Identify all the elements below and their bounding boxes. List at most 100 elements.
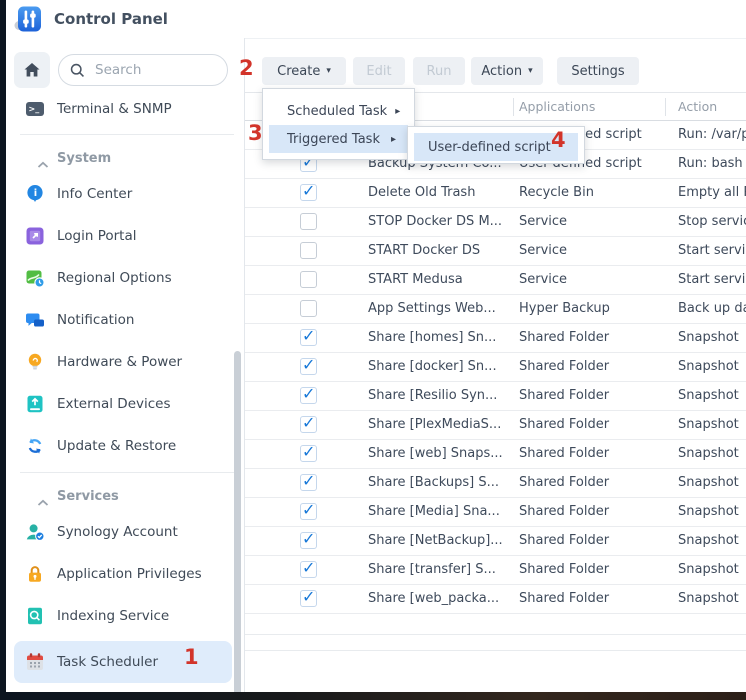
menu-item-triggered-task[interactable]: Triggered Task ▸ xyxy=(269,125,408,153)
svg-text:>_: >_ xyxy=(29,104,40,113)
row-checkbox[interactable] xyxy=(300,561,317,578)
task-scheduler-icon xyxy=(25,652,45,672)
edit-button[interactable]: Edit xyxy=(353,57,405,85)
table-row[interactable]: STOP Docker DS M... Service Stop servic xyxy=(245,208,746,237)
row-checkbox[interactable] xyxy=(300,445,317,462)
table-row[interactable]: Delete Old Trash Recycle Bin Empty all R xyxy=(245,179,746,208)
row-checkbox[interactable] xyxy=(300,242,317,259)
info-center-icon: i xyxy=(25,184,45,204)
table-row[interactable]: Share [Backups] S... Shared Folder Snaps… xyxy=(245,469,746,498)
sidebar-item-synology-account[interactable]: Synology Account xyxy=(6,511,244,553)
search-box[interactable] xyxy=(58,54,228,86)
table-row[interactable]: START Docker DS Service Start servic xyxy=(245,237,746,266)
table-row[interactable]: App Settings Web... Hyper Backup Back up… xyxy=(245,295,746,324)
update-restore-icon xyxy=(25,436,45,456)
action-cell: Snapshot xyxy=(678,440,746,468)
action-cell: Run: /var/p xyxy=(678,121,746,149)
row-checkbox[interactable] xyxy=(300,213,317,230)
titlebar: Control Panel xyxy=(6,0,746,38)
chevron-up-icon xyxy=(37,492,49,500)
column-separator[interactable] xyxy=(665,98,666,116)
column-separator[interactable] xyxy=(513,98,514,116)
home-button[interactable] xyxy=(14,52,50,88)
row-checkbox[interactable] xyxy=(300,503,317,520)
task-name-cell: Share [NetBackup]... xyxy=(368,527,514,555)
sidebar-item-indexing-service[interactable]: Indexing Service xyxy=(6,595,244,637)
table-row[interactable]: Share [Resilio Syn... Shared Folder Snap… xyxy=(245,382,746,411)
row-checkbox[interactable] xyxy=(300,271,317,288)
row-checkbox[interactable] xyxy=(300,590,317,607)
submenu-arrow-icon: ▸ xyxy=(395,106,400,117)
sidebar-group-system[interactable]: System xyxy=(6,143,244,173)
create-button[interactable]: Create▾ xyxy=(262,57,346,85)
sidebar-item-hardware-power[interactable]: Hardware & Power xyxy=(6,341,244,383)
toolbar: Create▾Edit RunAction▾ Settings xyxy=(262,57,639,85)
sidebar-group-services[interactable]: Services xyxy=(6,481,244,511)
table-row[interactable]: Share [docker] Sn... Shared Folder Snaps… xyxy=(245,353,746,382)
row-checkbox[interactable] xyxy=(300,358,317,375)
row-checkbox[interactable] xyxy=(300,300,317,317)
sidebar-item-task-scheduler[interactable]: Task Scheduler xyxy=(14,641,232,683)
submenu-arrow-icon: ▸ xyxy=(391,134,396,145)
row-checkbox[interactable] xyxy=(300,329,317,346)
application-cell: Shared Folder xyxy=(519,556,669,584)
table-row[interactable]: Share [NetBackup]... Shared Folder Snaps… xyxy=(245,527,746,556)
sidebar-item-update-restore[interactable]: Update & Restore xyxy=(6,425,244,467)
chevron-up-icon xyxy=(37,154,49,162)
search-icon xyxy=(69,62,86,79)
table-row[interactable]: Share [homes] Sn... Shared Folder Snapsh… xyxy=(245,324,746,353)
task-name-cell: Share [docker] Sn... xyxy=(368,353,514,381)
application-cell: Shared Folder xyxy=(519,469,669,497)
sidebar-divider xyxy=(20,134,234,135)
login-portal-icon xyxy=(25,226,45,246)
row-checkbox[interactable] xyxy=(300,474,317,491)
svg-text:i: i xyxy=(34,188,37,199)
search-input[interactable] xyxy=(93,61,217,79)
sidebar-item-login-portal[interactable]: Login Portal xyxy=(6,215,244,257)
sidebar-item-terminal-snmp[interactable]: >_ Terminal & SNMP xyxy=(6,88,244,129)
task-name-cell: Share [Resilio Syn... xyxy=(368,382,514,410)
column-header-applications[interactable]: Applications xyxy=(519,93,595,120)
action-cell: Run: bash / xyxy=(678,150,746,178)
menu-item-scheduled-task[interactable]: Scheduled Task ▸ xyxy=(269,97,408,125)
window-title: Control Panel xyxy=(54,0,168,38)
sidebar-item-application-privileges[interactable]: Application Privileges xyxy=(6,553,244,595)
table-row[interactable]: Share [PlexMediaS... Shared Folder Snaps… xyxy=(245,411,746,440)
control-panel-icon xyxy=(14,5,42,33)
action-button[interactable]: Action▾ xyxy=(471,57,543,85)
content-divider xyxy=(245,38,746,39)
column-header-action[interactable]: Action xyxy=(678,93,717,120)
row-checkbox[interactable] xyxy=(300,387,317,404)
application-privileges-icon xyxy=(25,564,45,584)
sidebar-item-info-center[interactable]: i Info Center xyxy=(6,173,244,215)
application-cell: Service xyxy=(519,208,669,236)
task-name-cell: Share [Backups] S... xyxy=(368,469,514,497)
sidebar-item-regional-options[interactable]: Regional Options xyxy=(6,257,244,299)
application-cell: Shared Folder xyxy=(519,353,669,381)
table-row[interactable]: Share [web_packa... Shared Folder Snapsh… xyxy=(245,585,746,614)
action-cell: Snapshot xyxy=(678,527,746,555)
table-row[interactable]: Share [Media] Sna... Shared Folder Snaps… xyxy=(245,498,746,527)
caret-down-icon: ▾ xyxy=(326,66,331,76)
row-checkbox[interactable] xyxy=(300,532,317,549)
task-name-cell: Share [PlexMediaS... xyxy=(368,411,514,439)
desktop: Control Panel >_ Terminal & SNMP System … xyxy=(0,0,746,700)
row-checkbox[interactable] xyxy=(300,416,317,433)
table-row[interactable]: START Medusa Service Start servic xyxy=(245,266,746,295)
run-button[interactable]: Run xyxy=(413,57,465,85)
settings-button[interactable]: Settings xyxy=(557,57,639,85)
sidebar-nav: >_ Terminal & SNMP System i Info Center … xyxy=(6,88,244,683)
regional-options-icon xyxy=(25,268,45,288)
sidebar-item-external-devices[interactable]: External Devices xyxy=(6,383,244,425)
application-cell: Shared Folder xyxy=(519,498,669,526)
table-row[interactable]: Share [web] Snaps... Shared Folder Snaps… xyxy=(245,440,746,469)
home-icon xyxy=(22,60,42,80)
row-checkbox[interactable] xyxy=(300,184,317,201)
synology-account-icon xyxy=(25,522,45,542)
action-cell: Empty all R xyxy=(678,179,746,207)
task-name-cell: Share [web_packa... xyxy=(368,585,514,613)
sidebar-scrollbar-thumb[interactable] xyxy=(234,351,241,692)
sidebar-item-notification[interactable]: Notification xyxy=(6,299,244,341)
application-cell: Recycle Bin xyxy=(519,179,669,207)
table-row[interactable]: Share [transfer] S... Shared Folder Snap… xyxy=(245,556,746,585)
